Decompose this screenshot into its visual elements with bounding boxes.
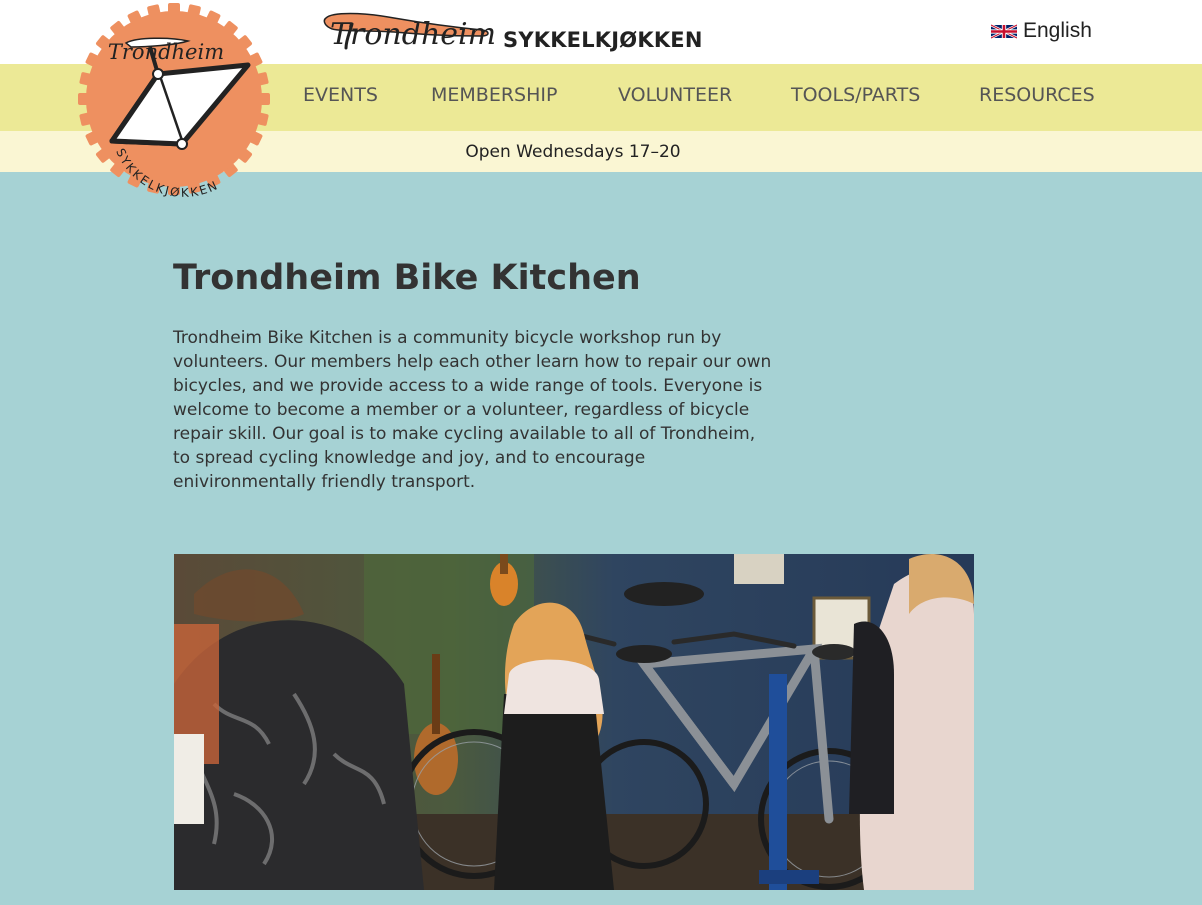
language-switch[interactable]: English bbox=[991, 17, 1092, 45]
uk-flag-icon bbox=[991, 23, 1017, 39]
site-wordmark[interactable]: Trondheim SYKKELKJØKKEN bbox=[322, 10, 702, 56]
language-label: English bbox=[1023, 19, 1092, 42]
page-title: Trondheim Bike Kitchen bbox=[173, 258, 641, 298]
nav-item-membership[interactable]: MEMBERSHIP bbox=[431, 84, 557, 106]
nav-item-resources[interactable]: RESOURCES bbox=[979, 84, 1095, 106]
site-logo[interactable]: Trondheim SYKKELKJØKKEN bbox=[76, 1, 272, 200]
logo-top-text: Trondheim bbox=[108, 40, 224, 64]
wordmark-script: Trondheim bbox=[330, 17, 496, 52]
nav-item-events[interactable]: EVENTS bbox=[303, 84, 378, 106]
intro-paragraph: Trondheim Bike Kitchen is a community bi… bbox=[173, 328, 772, 492]
wordmark-text: SYKKELKJØKKEN bbox=[503, 28, 703, 52]
saddle-icon: Trondheim bbox=[323, 12, 496, 52]
nav-item-tools-parts[interactable]: TOOLS/PARTS bbox=[791, 84, 920, 106]
workshop-photo bbox=[174, 554, 974, 890]
workshop-photo-illustration bbox=[174, 554, 974, 890]
nav-item-volunteer[interactable]: VOLUNTEER bbox=[618, 84, 732, 106]
bike-gear-logo-icon: Trondheim SYKKELKJØKKEN bbox=[78, 3, 270, 200]
